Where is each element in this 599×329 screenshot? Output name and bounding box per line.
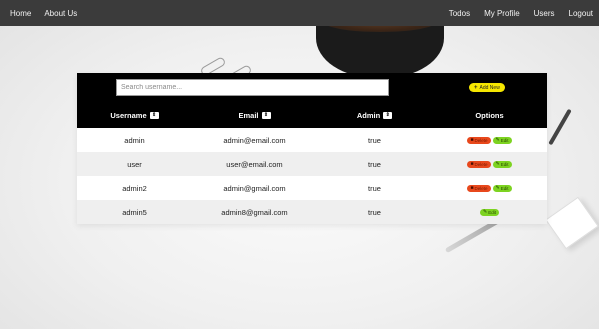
nav-link-logout[interactable]: Logout <box>569 9 593 18</box>
delete-button[interactable]: ■ Delete <box>467 160 491 168</box>
column-header-label: Options <box>475 110 504 120</box>
nav-link-my-profile[interactable]: My Profile <box>484 9 520 18</box>
nav-left-group: Home About Us <box>10 9 90 18</box>
nav-link-about-us[interactable]: About Us <box>44 9 77 18</box>
delete-button[interactable]: ■ Delete <box>467 184 491 192</box>
edit-button[interactable]: ✎ Edit <box>492 184 512 192</box>
email-cell: user@email.com <box>226 159 283 169</box>
nav-link-todos[interactable]: Todos <box>449 9 470 18</box>
edit-label: Edit <box>488 209 496 215</box>
eraser-image <box>545 196 599 250</box>
top-navbar: Home About Us Todos My Profile Users Log… <box>0 0 599 26</box>
nav-link-users[interactable]: Users <box>534 9 555 18</box>
options-cell: ■ Delete ✎ Edit <box>432 160 547 168</box>
pencil-icon: ✎ <box>495 160 500 167</box>
admin-cell: true <box>368 159 381 169</box>
edit-button[interactable]: ✎ Edit <box>492 160 512 168</box>
column-header-label: Email <box>238 110 259 120</box>
column-header-options: Options <box>432 111 547 120</box>
sort-icon[interactable]: ⇕ <box>383 111 393 119</box>
email-cell: admin@email.com <box>223 135 286 145</box>
column-header-label: Username <box>110 110 147 120</box>
edit-label: Edit <box>500 137 509 143</box>
column-header-row: Username ⇕ Email ⇕ Admin ⇕ Options <box>77 107 547 123</box>
column-header-admin: Admin ⇕ <box>317 111 432 120</box>
plus-icon: + <box>474 84 478 91</box>
edit-label: Edit <box>500 185 509 191</box>
table-row: user user@email.com true ■ Delete ✎ Edit <box>77 152 547 176</box>
delete-label: Delete <box>474 137 488 143</box>
nav-link-home[interactable]: Home <box>10 9 31 18</box>
username-cell: admin2 <box>122 183 147 193</box>
trash-icon: ■ <box>470 136 474 143</box>
add-new-label: Add New <box>479 84 500 91</box>
edit-label: Edit <box>500 161 509 167</box>
delete-label: Delete <box>474 161 488 167</box>
table-row: admin5 admin8@gmail.com true ✎ Edit <box>77 200 547 224</box>
username-cell: admin5 <box>122 207 147 217</box>
add-new-button[interactable]: + Add New <box>469 83 505 92</box>
email-cell: admin8@gmail.com <box>221 207 288 217</box>
nav-right-group: Todos My Profile Users Logout <box>435 9 593 18</box>
column-header-label: Admin <box>356 110 381 120</box>
admin-cell: true <box>368 135 381 145</box>
options-cell: ■ Delete ✎ Edit <box>432 136 547 144</box>
sort-icon[interactable]: ⇕ <box>261 111 271 119</box>
pencil-icon: ✎ <box>495 136 500 143</box>
options-cell: ✎ Edit <box>432 208 547 216</box>
username-cell: admin <box>124 135 145 145</box>
pencil-icon: ✎ <box>483 208 488 215</box>
search-input[interactable] <box>116 79 389 96</box>
pen-image <box>548 108 572 146</box>
options-cell: ■ Delete ✎ Edit <box>432 184 547 192</box>
admin-cell: true <box>368 207 381 217</box>
table-header: + Add New Username ⇕ Email ⇕ Admin ⇕ Opt… <box>77 73 547 128</box>
pencil-icon: ✎ <box>495 184 500 191</box>
username-cell: user <box>127 159 142 169</box>
users-table: + Add New Username ⇕ Email ⇕ Admin ⇕ Opt… <box>77 73 547 224</box>
column-header-email: Email ⇕ <box>192 111 317 120</box>
delete-label: Delete <box>474 185 488 191</box>
trash-icon: ■ <box>470 184 474 191</box>
sort-icon[interactable]: ⇕ <box>149 111 159 119</box>
delete-button[interactable]: ■ Delete <box>467 136 491 144</box>
admin-cell: true <box>368 183 381 193</box>
column-header-username: Username ⇕ <box>77 111 192 120</box>
table-row: admin admin@email.com true ■ Delete ✎ Ed… <box>77 128 547 152</box>
edit-button[interactable]: ✎ Edit <box>480 208 499 216</box>
trash-icon: ■ <box>470 160 474 167</box>
table-row: admin2 admin@gmail.com true ■ Delete ✎ E… <box>77 176 547 200</box>
email-cell: admin@gmail.com <box>223 183 286 193</box>
edit-button[interactable]: ✎ Edit <box>492 136 512 144</box>
